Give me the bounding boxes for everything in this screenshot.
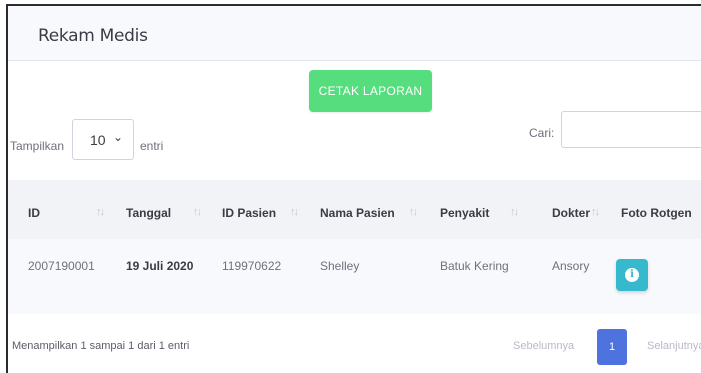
cell-id-pasien: 119970622 [222, 259, 282, 273]
cell-nama-pasien: Shelley [320, 259, 360, 273]
column-header-id[interactable]: ID [28, 206, 40, 220]
column-header-dokter[interactable]: Dokter [552, 206, 590, 220]
cell-dokter: Ansory [552, 259, 590, 273]
cell-id: 2007190001 [28, 259, 95, 273]
view-xray-button[interactable]: i [616, 259, 648, 291]
column-header-id-pasien[interactable]: ID Pasien [222, 206, 276, 220]
search-input[interactable] [561, 111, 701, 148]
column-header-penyakit[interactable]: Penyakit [440, 206, 489, 220]
sort-icon[interactable]: ↑↓ [290, 206, 299, 218]
card-header: Rekam Medis [8, 6, 701, 61]
entries-length-select[interactable]: 10 ⌄ [72, 119, 134, 160]
table-info: Menampilkan 1 sampai 1 dari 1 entri [12, 340, 190, 352]
pagination-previous[interactable]: Sebelumnya [513, 340, 574, 352]
pagination-next[interactable]: Selanjutnya [647, 340, 701, 352]
column-header-tanggal[interactable]: Tanggal [126, 206, 171, 220]
length-value: 10 [90, 132, 106, 148]
cell-penyakit: Batuk Kering [440, 259, 509, 273]
sort-icon[interactable]: ↑↓ [193, 206, 202, 218]
chevron-down-icon: ⌄ [113, 130, 124, 144]
print-report-button[interactable]: CETAK LAPORAN [309, 70, 432, 112]
info-icon: i [625, 268, 639, 282]
column-header-nama-pasien[interactable]: Nama Pasien [320, 206, 395, 220]
card-title: Rekam Medis [38, 26, 148, 46]
search-label: Cari: [529, 126, 555, 140]
cell-tanggal: 19 Juli 2020 [126, 259, 194, 273]
sort-icon[interactable]: ↑↓ [510, 206, 519, 218]
sort-icon[interactable]: ↑↓ [409, 206, 418, 218]
pagination-page-1[interactable]: 1 [597, 329, 627, 365]
length-entries-label: entri [140, 139, 164, 153]
table-row [8, 239, 701, 314]
length-show-label: Tampilkan [10, 139, 65, 153]
sort-icon[interactable]: ↑↓ [591, 206, 600, 218]
column-header-foto-rotgen[interactable]: Foto Rotgen [621, 206, 692, 220]
sort-icon[interactable]: ↑↓ [96, 206, 105, 218]
